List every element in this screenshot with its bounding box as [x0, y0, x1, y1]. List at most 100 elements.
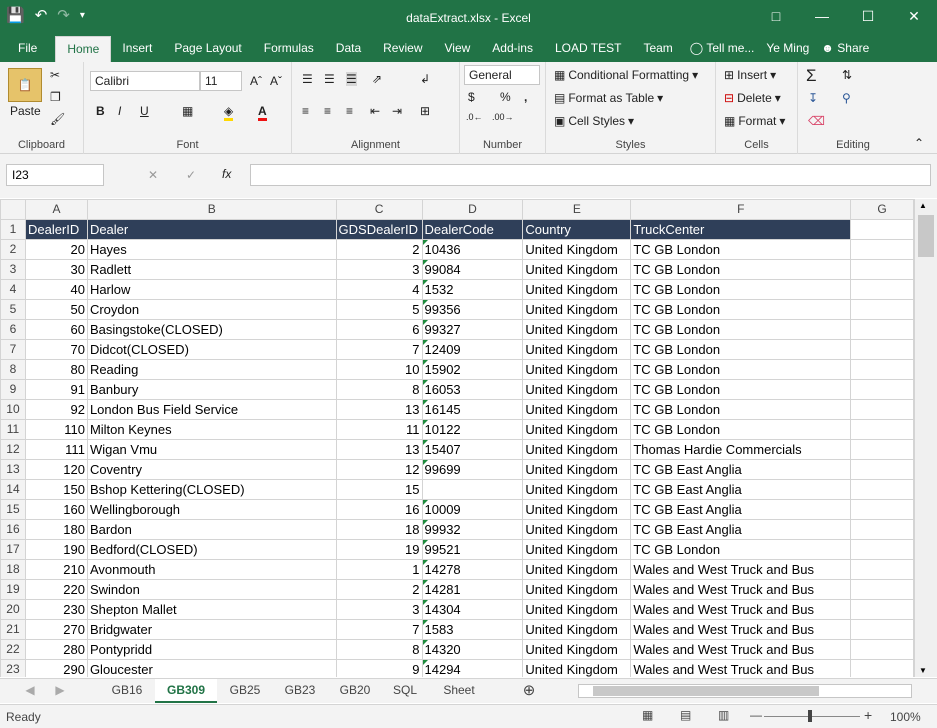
- cell[interactable]: 280: [24, 639, 88, 660]
- row-header[interactable]: 2: [0, 239, 26, 260]
- cell[interactable]: 80: [24, 359, 88, 380]
- middle-align-icon[interactable]: ☰: [324, 72, 335, 86]
- zoom-slider-thumb[interactable]: [808, 710, 812, 722]
- cell[interactable]: [850, 619, 914, 640]
- merge-center-icon[interactable]: ⊞: [420, 104, 430, 118]
- row-header[interactable]: 9: [0, 379, 26, 400]
- cell[interactable]: United Kingdom: [522, 479, 632, 500]
- cell[interactable]: Thomas Hardie Commercials: [630, 439, 852, 460]
- cell[interactable]: TC GB East Anglia: [630, 519, 852, 540]
- tab-view[interactable]: View: [434, 36, 482, 62]
- cell[interactable]: United Kingdom: [522, 399, 632, 420]
- cell[interactable]: 19: [335, 539, 423, 560]
- find-select-icon[interactable]: ⚲: [842, 91, 851, 105]
- cell[interactable]: 1583: [421, 619, 524, 640]
- cell[interactable]: United Kingdom: [522, 279, 632, 300]
- cell[interactable]: 15407: [421, 439, 524, 460]
- cell[interactable]: [850, 459, 914, 480]
- cell[interactable]: United Kingdom: [522, 639, 632, 660]
- cell[interactable]: United Kingdom: [522, 519, 632, 540]
- cell[interactable]: 1: [335, 559, 423, 580]
- cell[interactable]: 220: [24, 579, 88, 600]
- format-painter-icon[interactable]: 🖌: [50, 112, 65, 126]
- row-header[interactable]: 5: [0, 299, 26, 320]
- cell[interactable]: 10436: [421, 239, 524, 260]
- row-header[interactable]: 12: [0, 439, 26, 460]
- cell[interactable]: Wellingborough: [86, 499, 337, 520]
- tab-team[interactable]: Team: [632, 36, 683, 62]
- sheet-tab-sql[interactable]: SQL: [383, 679, 427, 703]
- user-name[interactable]: Ye Ming: [760, 36, 815, 62]
- header-cell[interactable]: DealerID: [24, 219, 88, 240]
- cell[interactable]: 92: [24, 399, 88, 420]
- row-header[interactable]: 17: [0, 539, 26, 560]
- tab-add-ins[interactable]: Add-ins: [481, 36, 544, 62]
- zoom-slider[interactable]: [764, 716, 860, 717]
- page-layout-view-icon[interactable]: ▤: [680, 708, 691, 722]
- cell[interactable]: Avonmouth: [86, 559, 337, 580]
- cell[interactable]: United Kingdom: [522, 659, 632, 677]
- cell[interactable]: 4: [335, 279, 423, 300]
- cell[interactable]: [850, 639, 914, 660]
- wrap-text-icon[interactable]: ↲: [420, 72, 430, 86]
- cell[interactable]: [850, 279, 914, 300]
- vertical-scrollbar[interactable]: ▲ ▼: [914, 199, 937, 677]
- percent-icon[interactable]: %: [500, 90, 511, 104]
- zoom-level[interactable]: 100%: [890, 710, 921, 724]
- row-header[interactable]: 20: [0, 599, 26, 620]
- select-all-corner[interactable]: [0, 199, 26, 220]
- cell[interactable]: Bedford(CLOSED): [86, 539, 337, 560]
- row-header[interactable]: 3: [0, 259, 26, 280]
- column-header-e[interactable]: E: [522, 199, 632, 220]
- cell[interactable]: United Kingdom: [522, 539, 632, 560]
- cell[interactable]: TC GB London: [630, 359, 852, 380]
- autosum-icon[interactable]: Σ: [806, 66, 817, 86]
- header-cell[interactable]: DealerCode: [421, 219, 524, 240]
- borders-icon[interactable]: ▦: [182, 104, 193, 118]
- sheet-tab-gb23[interactable]: GB23: [273, 679, 327, 703]
- align-right-icon[interactable]: ≡: [346, 104, 353, 118]
- cell[interactable]: [850, 499, 914, 520]
- increase-indent-icon[interactable]: ⇥: [392, 104, 402, 118]
- cell[interactable]: Gloucester: [86, 659, 337, 677]
- cell[interactable]: United Kingdom: [522, 619, 632, 640]
- cell[interactable]: United Kingdom: [522, 359, 632, 380]
- currency-icon[interactable]: $: [468, 90, 475, 104]
- column-header-g[interactable]: G: [850, 199, 914, 220]
- bottom-align-icon[interactable]: ☰: [346, 72, 357, 86]
- column-header-c[interactable]: C: [335, 199, 423, 220]
- cell[interactable]: Milton Keynes: [86, 419, 337, 440]
- cell[interactable]: 10122: [421, 419, 524, 440]
- sheet-tab-gb20[interactable]: GB20: [328, 679, 382, 703]
- cell[interactable]: Wales and West Truck and Bus: [630, 619, 852, 640]
- page-break-view-icon[interactable]: ▥: [718, 708, 729, 722]
- cell[interactable]: Wales and West Truck and Bus: [630, 579, 852, 600]
- cell[interactable]: 13: [335, 439, 423, 460]
- column-header-b[interactable]: B: [86, 199, 337, 220]
- cell[interactable]: 20: [24, 239, 88, 260]
- cell[interactable]: [850, 599, 914, 620]
- tab-data[interactable]: Data: [325, 36, 372, 62]
- cell[interactable]: 150: [24, 479, 88, 500]
- cell[interactable]: 99084: [421, 259, 524, 280]
- cell[interactable]: [421, 479, 524, 500]
- sheet-tab-sheet[interactable]: Sheet: [428, 679, 490, 703]
- cell[interactable]: [850, 319, 914, 340]
- cell[interactable]: TC GB London: [630, 239, 852, 260]
- formula-input[interactable]: [250, 164, 931, 186]
- delete-cells-button[interactable]: ⊟ Delete ▾: [724, 91, 781, 105]
- orientation-icon[interactable]: ⇗: [372, 72, 382, 86]
- cell[interactable]: [850, 339, 914, 360]
- shrink-font-icon[interactable]: Aˇ: [270, 74, 282, 88]
- insert-function-icon[interactable]: fx: [222, 167, 231, 181]
- paste-button[interactable]: Paste: [10, 104, 41, 118]
- cell[interactable]: 40: [24, 279, 88, 300]
- cell[interactable]: Swindon: [86, 579, 337, 600]
- cell[interactable]: 16145: [421, 399, 524, 420]
- row-header[interactable]: 14: [0, 479, 26, 500]
- zoom-out-icon[interactable]: —: [750, 708, 762, 722]
- cell[interactable]: 15: [335, 479, 423, 500]
- cell[interactable]: 99327: [421, 319, 524, 340]
- cell[interactable]: Bridgwater: [86, 619, 337, 640]
- cell[interactable]: United Kingdom: [522, 559, 632, 580]
